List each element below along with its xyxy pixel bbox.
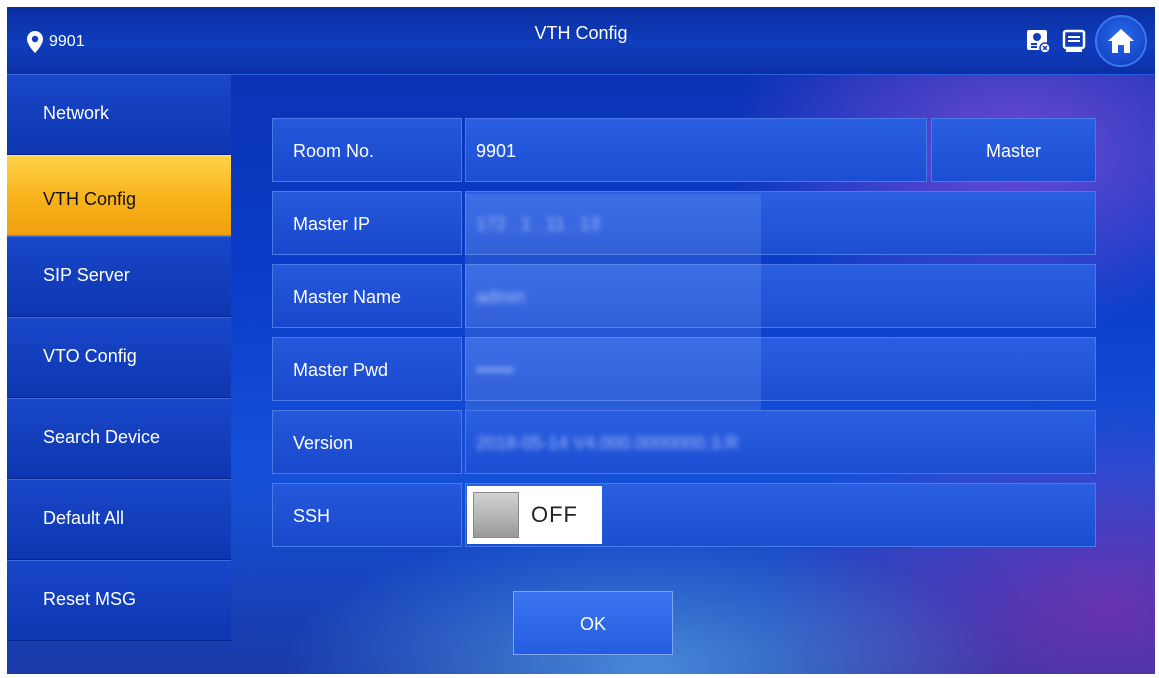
master-pwd-label: Master Pwd [272,337,462,401]
master-ip-label: Master IP [272,191,462,255]
ssh-label: SSH [272,483,462,547]
sidebar-item-default-all[interactable]: Default All [7,479,231,560]
ok-button[interactable]: OK [513,591,673,655]
sidebar-menu: Network VTH Config SIP Server VTO Config… [7,74,231,646]
contact-card-icon[interactable] [1023,26,1053,56]
device-screen: 9901 VTH Config Network VTH Config SIP S… [7,7,1155,674]
sidebar-item-vth-config[interactable]: VTH Config [7,155,231,236]
master-button[interactable]: Master [931,118,1096,182]
ssh-toggle-state: OFF [531,502,578,527]
version-label: Version [272,410,462,474]
title-bar: 9901 VTH Config [7,7,1155,75]
sidebar-item-search-device[interactable]: Search Device [7,398,231,479]
title-bar-icons [1023,15,1147,67]
toggle-knob [473,492,519,538]
page-title: VTH Config [534,23,628,43]
sidebar-item-vto-config[interactable]: VTO Config [7,317,231,398]
home-icon [1108,29,1134,53]
room-no-label: Room No. [272,118,462,182]
home-button[interactable] [1095,15,1147,67]
version-field: 2018-05-14 V4.000.0000000.3.R [465,410,1096,474]
message-board-icon[interactable] [1059,26,1089,56]
version-value: 2018-05-14 V4.000.0000000.3.R [476,433,739,453]
blur-overlay [465,194,761,416]
sidebar-item-reset-msg[interactable]: Reset MSG [7,560,231,641]
sidebar-item-sip-server[interactable]: SIP Server [7,236,231,317]
master-name-label: Master Name [272,264,462,328]
ssh-toggle[interactable]: OFF [467,486,602,544]
room-no-field[interactable]: 9901 [465,118,927,182]
sidebar-item-network[interactable]: Network [7,74,231,155]
